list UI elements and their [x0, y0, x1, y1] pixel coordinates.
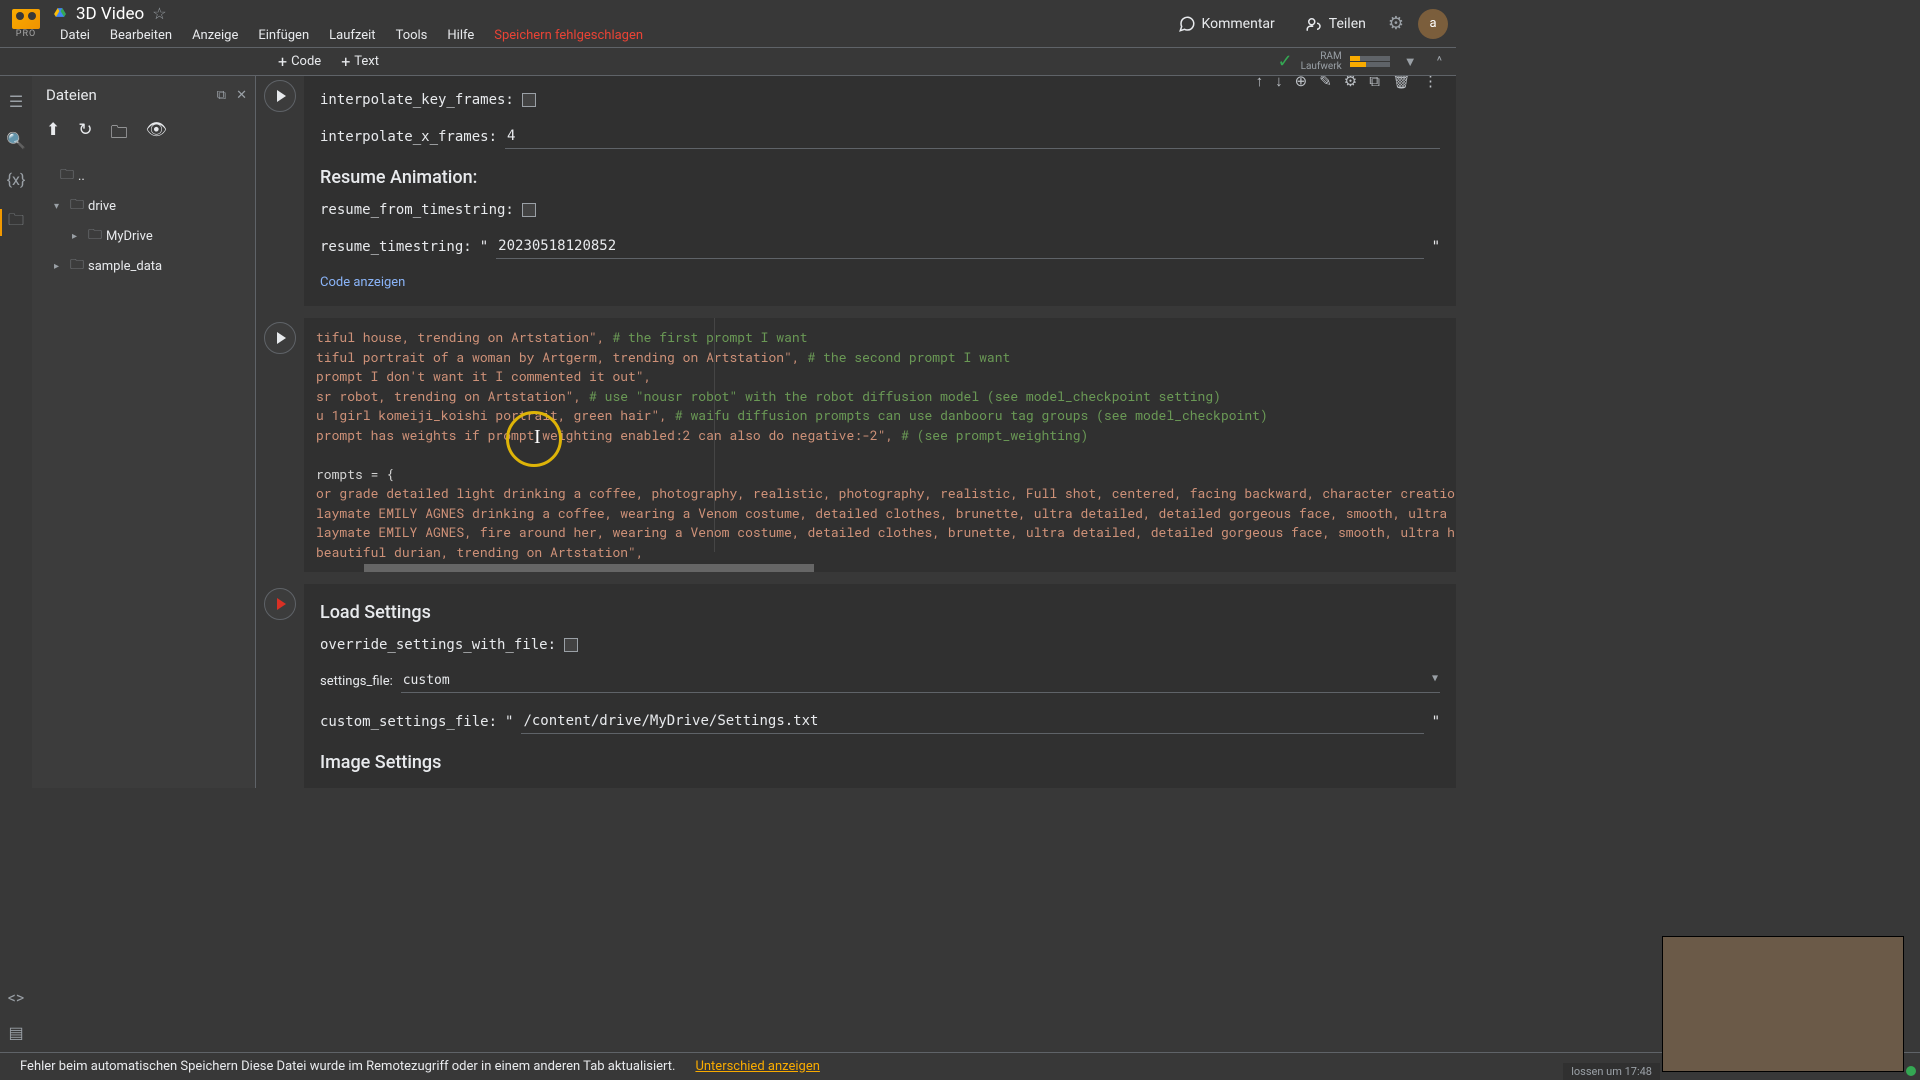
diff-link[interactable]: Unterschied anzeigen	[695, 1059, 819, 1074]
interp-x-label: interpolate_x_frames:	[320, 129, 497, 145]
link-icon[interactable]: ⊕	[1295, 76, 1308, 90]
settings-file-label: settings_file:	[320, 674, 393, 689]
override-checkbox[interactable]	[564, 638, 578, 652]
horizontal-scrollbar[interactable]	[364, 564, 1256, 572]
vars-icon[interactable]: {x}	[7, 170, 26, 189]
upload-icon[interactable]: ⬆	[46, 120, 60, 149]
menu-edit[interactable]: Bearbeiten	[102, 26, 180, 45]
add-text-button[interactable]: +Text	[331, 50, 389, 73]
menu-file[interactable]: Datei	[52, 26, 98, 45]
menu-tools[interactable]: Tools	[388, 26, 436, 45]
menubar: Datei Bearbeiten Anzeige Einfügen Laufze…	[52, 26, 1170, 46]
form-cell-1: ↑ ↓ ⊕ ✎ ⚙ ⧉ 🗑 ⋮ interpolate_key_frames: …	[256, 76, 1456, 306]
avatar[interactable]: a	[1418, 9, 1448, 39]
colab-logo[interactable]: PRO	[8, 6, 44, 42]
files-icon[interactable]: 🗀	[0, 209, 24, 236]
tree-parent[interactable]: 🗀..	[36, 161, 251, 191]
run-code-button[interactable]	[264, 322, 296, 354]
settings-file-dropdown[interactable]: custom▼	[401, 669, 1440, 693]
video-thumbnail[interactable]	[1662, 936, 1904, 1072]
search-icon[interactable]: 🔍	[6, 131, 26, 150]
comment-cell-icon[interactable]: ✎	[1319, 76, 1332, 90]
resume-from-checkbox[interactable]	[522, 203, 536, 217]
resume-heading: Resume Animation:	[320, 157, 1440, 194]
topbar: PRO 3D Video ☆ Datei Bearbeiten Anzeige …	[0, 0, 1456, 48]
load-heading: Load Settings	[320, 592, 1440, 629]
custom-file-input[interactable]	[521, 709, 1423, 734]
share-button[interactable]: Teilen	[1297, 11, 1374, 37]
form-cell-2: Load Settings override_settings_with_fil…	[256, 584, 1456, 788]
tree-mydrive[interactable]: ▸🗀MyDrive	[36, 221, 251, 251]
w-input[interactable]	[345, 787, 1440, 788]
move-down-icon[interactable]: ↓	[1275, 76, 1283, 90]
interp-key-label: interpolate_key_frames:	[320, 92, 514, 108]
save-error: Speichern fehlgeschlagen	[486, 26, 651, 45]
refresh-icon[interactable]: ↻	[78, 120, 92, 149]
sidebar-popout-icon[interactable]: ⧉	[217, 88, 226, 103]
interp-x-input[interactable]	[505, 124, 1440, 149]
settings-cell-icon[interactable]: ⚙	[1344, 76, 1357, 90]
file-sidebar: Dateien ⧉ ✕ ⬆ ↻ 🗀 👁 🗀.. ▾🗀drive ▸🗀MyDriv…	[32, 76, 256, 788]
code-cell: tiful house, trending on Artstation", # …	[256, 318, 1456, 572]
cell-actions: ↑ ↓ ⊕ ✎ ⚙ ⧉ 🗑 ⋮	[1256, 76, 1438, 90]
notebook-content[interactable]: ↑ ↓ ⊕ ✎ ⚙ ⧉ 🗑 ⋮ interpolate_key_frames: …	[256, 76, 1456, 788]
pro-badge: PRO	[16, 29, 36, 39]
terminal-icon[interactable]: ▤	[8, 1023, 23, 1042]
settings-icon[interactable]: ⚙	[1388, 13, 1404, 34]
star-icon[interactable]: ☆	[152, 4, 166, 23]
error-message: Fehler beim automatischen Speichern Dies…	[20, 1059, 675, 1074]
text-cursor-icon	[534, 426, 535, 450]
custom-file-label: custom_settings_file:	[320, 714, 497, 730]
show-code-link[interactable]: Code anzeigen	[320, 267, 405, 298]
add-code-button[interactable]: +Code	[268, 50, 331, 73]
tree-drive[interactable]: ▾🗀drive	[36, 191, 251, 221]
status-dot	[1906, 1066, 1916, 1076]
run-cell-button-2[interactable]	[264, 588, 296, 620]
connected-check-icon: ✓	[1278, 51, 1293, 72]
delete-icon[interactable]: 🗑	[1392, 76, 1411, 90]
left-rail: ☰ 🔍 {x} 🗀	[0, 76, 32, 788]
menu-runtime[interactable]: Laufzeit	[321, 26, 383, 45]
ram-indicator[interactable]: RAM Laufwerk	[1301, 52, 1342, 72]
closed-timestamp: lossen um 17:48	[1563, 1063, 1660, 1080]
toolbar: +Code +Text ✓ RAM Laufwerk ▼ ^	[0, 48, 1456, 76]
resume-ts-label: resume_timestring:	[320, 239, 472, 255]
menu-help[interactable]: Hilfe	[439, 26, 482, 45]
hidden-files-icon[interactable]: 👁	[146, 120, 168, 149]
resource-bars	[1350, 55, 1390, 68]
resume-from-label: resume_from_timestring:	[320, 202, 514, 218]
drive-icon	[52, 7, 68, 21]
interp-key-checkbox[interactable]	[522, 93, 536, 107]
collapse-toolbar[interactable]: ^	[1431, 54, 1448, 69]
resume-ts-input[interactable]	[496, 234, 1423, 259]
tree-sample[interactable]: ▸🗀sample_data	[36, 251, 251, 281]
code-snippets-icon[interactable]: <>	[8, 988, 25, 1007]
menu-icon[interactable]: ⋮	[1423, 76, 1438, 90]
image-heading: Image Settings	[320, 742, 1440, 779]
menu-insert[interactable]: Einfügen	[250, 26, 317, 45]
mount-drive-icon[interactable]: 🗀	[111, 120, 128, 149]
code-editor[interactable]: tiful house, trending on Artstation", # …	[304, 318, 1456, 572]
sidebar-close-icon[interactable]: ✕	[236, 88, 247, 103]
file-tree: 🗀.. ▾🗀drive ▸🗀MyDrive ▸🗀sample_data	[32, 161, 255, 281]
doc-title[interactable]: 3D Video	[76, 4, 144, 24]
mirror-icon[interactable]: ⧉	[1369, 76, 1380, 90]
move-up-icon[interactable]: ↑	[1256, 76, 1264, 90]
override-label: override_settings_with_file:	[320, 637, 556, 653]
runtime-dropdown[interactable]: ▼	[1398, 54, 1423, 70]
toc-icon[interactable]: ☰	[9, 92, 23, 111]
run-cell-button[interactable]	[264, 80, 296, 112]
sidebar-title: Dateien	[46, 86, 97, 104]
comment-button[interactable]: Kommentar	[1170, 11, 1283, 37]
menu-view[interactable]: Anzeige	[184, 26, 246, 45]
